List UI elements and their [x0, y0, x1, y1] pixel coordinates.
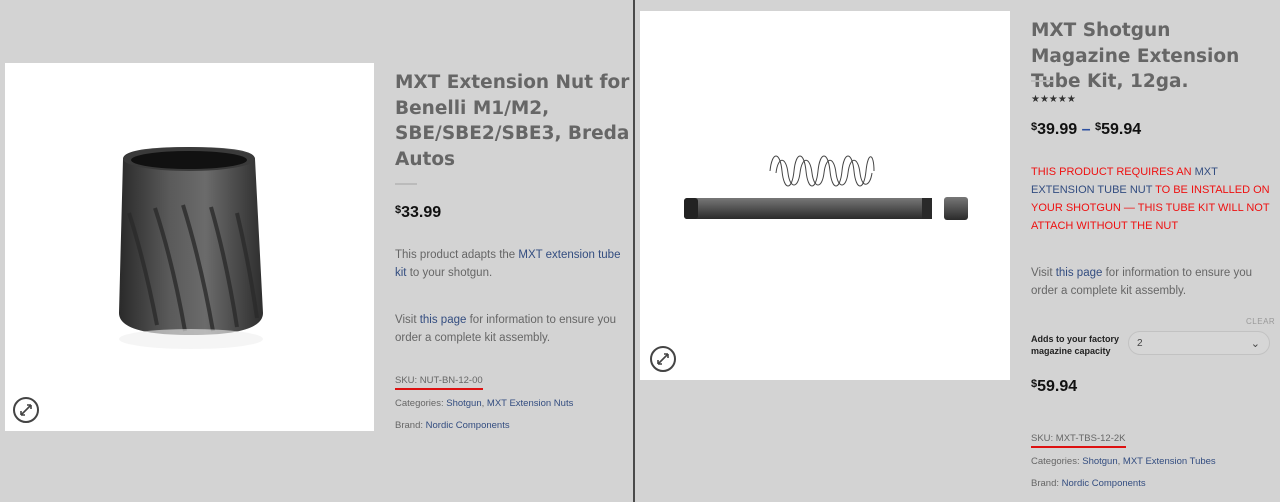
capacity-selected-value: 2: [1137, 338, 1143, 349]
brand-link[interactable]: Nordic Components: [426, 420, 510, 431]
selected-variation-price: $59.94: [1031, 378, 1078, 395]
product-description: This product adapts the MXT extension tu…: [395, 249, 621, 279]
zoom-expand-icon[interactable]: [650, 346, 676, 372]
visit-page-text: Visit this page for information to ensur…: [395, 314, 616, 344]
this-page-link[interactable]: this page: [1056, 267, 1103, 279]
sku-line: SKU: NUT-BN-12-00: [395, 374, 483, 390]
sku-value: SKU: NUT-BN-12-00: [395, 375, 483, 390]
capacity-select[interactable]: 2 ⌄: [1128, 331, 1270, 355]
category-link-shotgun[interactable]: Shotgun: [1082, 456, 1117, 467]
category-link-extension-tubes[interactable]: MXT Extension Tubes: [1123, 456, 1216, 467]
this-page-link[interactable]: this page: [420, 314, 467, 326]
brand-line: Brand: Nordic Components: [395, 420, 510, 431]
capacity-option-label: Adds to your factory magazine capacity: [1031, 334, 1120, 356]
clear-selection-link[interactable]: CLEAR: [1246, 317, 1275, 326]
product-title: MXT Extension Nut for Benelli M1/M2, SBE…: [395, 72, 630, 170]
panel-divider: [633, 0, 635, 502]
sku-value: SKU: MXT-TBS-12-2K: [1031, 433, 1126, 448]
brand-link[interactable]: Nordic Components: [1062, 478, 1146, 489]
extension-nut-picture: [119, 147, 263, 349]
zoom-expand-icon[interactable]: [13, 397, 39, 423]
price-range: $39.99 – $59.94: [1031, 121, 1142, 138]
category-link-extension-nuts[interactable]: MXT Extension Nuts: [487, 398, 573, 409]
categories-line: Categories: Shotgun, MXT Extension Nuts: [395, 398, 574, 409]
visit-page-text: Visit this page for information to ensur…: [1031, 267, 1252, 297]
nut-product-image[interactable]: [5, 63, 374, 431]
category-link-shotgun[interactable]: Shotgun: [446, 398, 481, 409]
sku-line: SKU: MXT-TBS-12-2K: [1031, 432, 1126, 448]
nut-required-notice: THIS PRODUCT REQUIRES AN MXT EXTENSION T…: [1031, 166, 1270, 232]
title-divider: [1031, 80, 1053, 82]
product-price: $33.99: [395, 204, 442, 221]
brand-line: Brand: Nordic Components: [1031, 478, 1146, 489]
title-divider: [395, 183, 417, 185]
rating-stars: ★★★★★: [1031, 94, 1076, 105]
tube-kit-product-image[interactable]: [640, 11, 1010, 380]
categories-line: Categories: Shotgun, MXT Extension Tubes: [1031, 456, 1216, 467]
tube-kit-picture: [684, 155, 968, 220]
chevron-down-icon: ⌄: [1250, 338, 1260, 350]
product-title: MXT Shotgun Magazine Extension Tube Kit,…: [1031, 20, 1240, 92]
